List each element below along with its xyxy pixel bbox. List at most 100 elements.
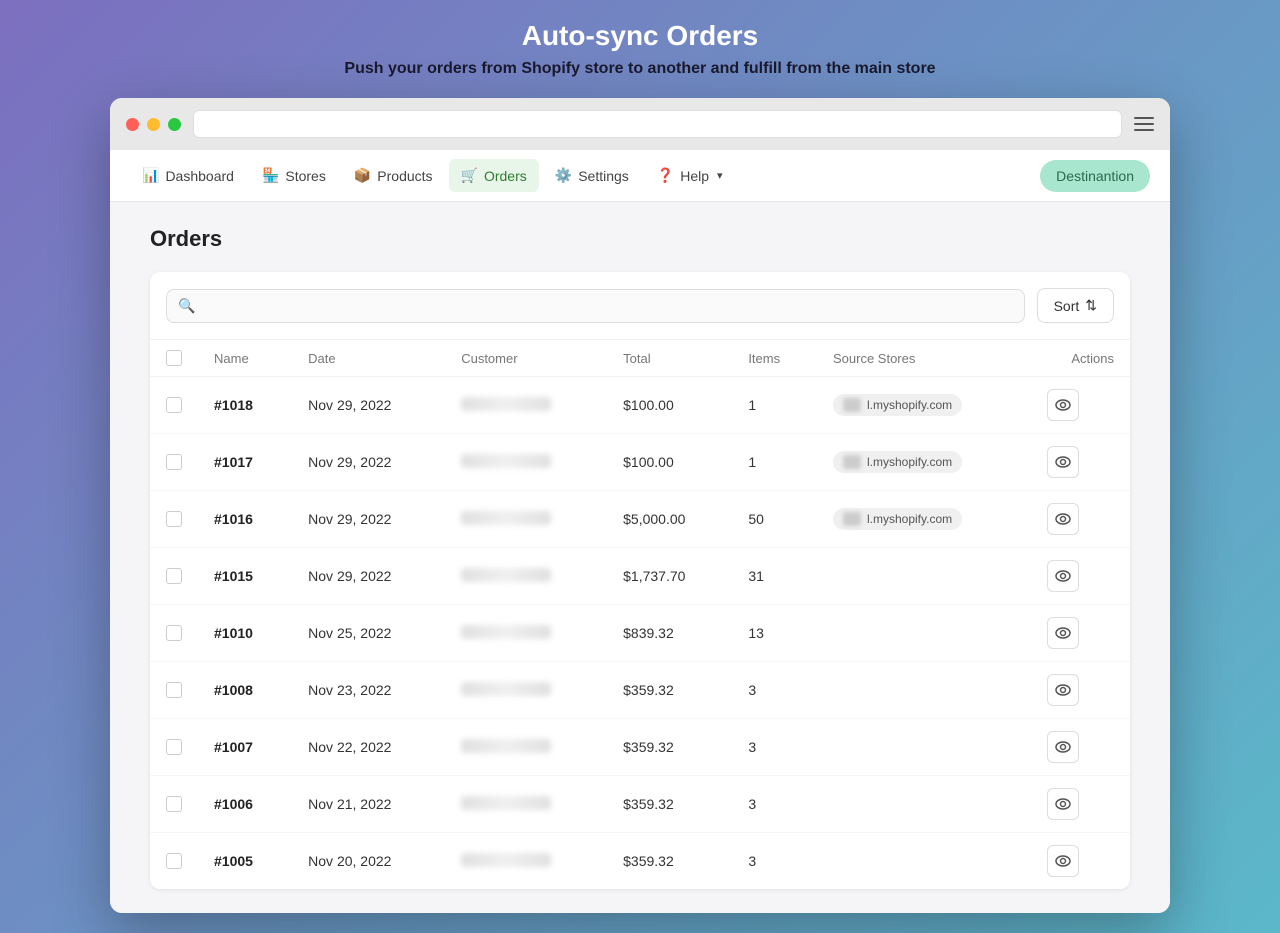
page-content: Orders 🔍 Sort ⇅ Name Da xyxy=(110,202,1170,913)
order-store-8 xyxy=(817,833,1031,890)
order-actions-2 xyxy=(1031,491,1130,548)
nav-item-dashboard[interactable]: 📊 Dashboard xyxy=(130,159,246,192)
row-checkbox-2[interactable] xyxy=(166,511,182,527)
table-header: Name Date Customer Total Items Source St… xyxy=(150,340,1130,377)
store-badge-1: l.myshopify.com xyxy=(833,451,962,473)
order-actions-3 xyxy=(1031,548,1130,605)
order-total-1: $100.00 xyxy=(607,434,732,491)
view-order-button-5[interactable] xyxy=(1047,674,1079,706)
order-store-6 xyxy=(817,719,1031,776)
select-all-checkbox[interactable] xyxy=(166,350,182,366)
order-customer-5 xyxy=(445,662,607,719)
store-domain-2: l.myshopify.com xyxy=(867,512,952,526)
row-checkbox-1[interactable] xyxy=(166,454,182,470)
order-customer-2 xyxy=(445,491,607,548)
view-order-button-2[interactable] xyxy=(1047,503,1079,535)
nav-item-orders[interactable]: 🛒 Orders xyxy=(449,159,539,192)
order-id-3: #1015 xyxy=(198,548,292,605)
row-checkbox-5[interactable] xyxy=(166,682,182,698)
order-id-2: #1016 xyxy=(198,491,292,548)
view-order-button-1[interactable] xyxy=(1047,446,1079,478)
app-subtitle: Push your orders from Shopify store to a… xyxy=(344,60,935,78)
sort-button[interactable]: Sort ⇅ xyxy=(1037,288,1114,323)
dashboard-icon: 📊 xyxy=(142,167,159,184)
order-store-0: l.myshopify.com xyxy=(817,377,1031,434)
products-icon: 📦 xyxy=(354,167,371,184)
nav-item-help[interactable]: ❓ Help ▾ xyxy=(645,159,735,192)
nav-items: 📊 Dashboard 🏪 Stores 📦 Products 🛒 Orders… xyxy=(130,159,1040,192)
close-button[interactable] xyxy=(126,118,139,131)
order-total-5: $359.32 xyxy=(607,662,732,719)
nav-item-settings[interactable]: ⚙️ Settings xyxy=(543,159,641,192)
order-customer-8 xyxy=(445,833,607,890)
nav-item-stores[interactable]: 🏪 Stores xyxy=(250,159,338,192)
row-checkbox-6[interactable] xyxy=(166,739,182,755)
order-items-0: 1 xyxy=(732,377,817,434)
page-title: Orders xyxy=(150,226,1130,252)
address-bar[interactable] xyxy=(193,110,1122,138)
order-id-5: #1008 xyxy=(198,662,292,719)
view-order-button-8[interactable] xyxy=(1047,845,1079,877)
minimize-button[interactable] xyxy=(147,118,160,131)
order-customer-4 xyxy=(445,605,607,662)
row-checkbox-4[interactable] xyxy=(166,625,182,641)
view-order-button-4[interactable] xyxy=(1047,617,1079,649)
order-date-3: Nov 29, 2022 xyxy=(292,548,445,605)
row-checkbox-8[interactable] xyxy=(166,853,182,869)
table-row: #1010 Nov 25, 2022 $839.32 13 xyxy=(150,605,1130,662)
table-row: #1016 Nov 29, 2022 $5,000.00 50 l.myshop… xyxy=(150,491,1130,548)
search-sort-bar: 🔍 Sort ⇅ xyxy=(150,272,1130,340)
stores-icon: 🏪 xyxy=(262,167,279,184)
order-total-2: $5,000.00 xyxy=(607,491,732,548)
order-total-4: $839.32 xyxy=(607,605,732,662)
order-total-0: $100.00 xyxy=(607,377,732,434)
col-total: Total xyxy=(607,340,732,377)
order-items-7: 3 xyxy=(732,776,817,833)
orders-table: Name Date Customer Total Items Source St… xyxy=(150,340,1130,889)
maximize-button[interactable] xyxy=(168,118,181,131)
nav-item-products[interactable]: 📦 Products xyxy=(342,159,445,192)
view-order-button-0[interactable] xyxy=(1047,389,1079,421)
table-body: #1018 Nov 29, 2022 $100.00 1 l.myshopify… xyxy=(150,377,1130,890)
search-input[interactable] xyxy=(166,289,1025,323)
nav-label-dashboard: Dashboard xyxy=(165,168,234,184)
order-total-8: $359.32 xyxy=(607,833,732,890)
order-date-8: Nov 20, 2022 xyxy=(292,833,445,890)
order-total-3: $1,737.70 xyxy=(607,548,732,605)
view-order-button-3[interactable] xyxy=(1047,560,1079,592)
row-checkbox-7[interactable] xyxy=(166,796,182,812)
hamburger-menu[interactable] xyxy=(1134,117,1154,131)
row-checkbox-3[interactable] xyxy=(166,568,182,584)
store-logo-0 xyxy=(843,398,861,412)
table-row: #1018 Nov 29, 2022 $100.00 1 l.myshopify… xyxy=(150,377,1130,434)
store-domain-0: l.myshopify.com xyxy=(867,398,952,412)
order-store-5 xyxy=(817,662,1031,719)
sort-arrows-icon: ⇅ xyxy=(1085,297,1097,314)
order-items-1: 1 xyxy=(732,434,817,491)
nav-label-products: Products xyxy=(377,168,432,184)
order-actions-0 xyxy=(1031,377,1130,434)
order-store-1: l.myshopify.com xyxy=(817,434,1031,491)
destination-button[interactable]: Destinantion xyxy=(1040,160,1150,192)
order-items-2: 50 xyxy=(732,491,817,548)
table-row: #1006 Nov 21, 2022 $359.32 3 xyxy=(150,776,1130,833)
store-badge-2: l.myshopify.com xyxy=(833,508,962,530)
table-row: #1015 Nov 29, 2022 $1,737.70 31 xyxy=(150,548,1130,605)
order-id-8: #1005 xyxy=(198,833,292,890)
row-checkbox-0[interactable] xyxy=(166,397,182,413)
col-customer: Customer xyxy=(445,340,607,377)
nav-label-help: Help xyxy=(680,168,709,184)
order-customer-3 xyxy=(445,548,607,605)
order-id-0: #1018 xyxy=(198,377,292,434)
browser-chrome xyxy=(110,98,1170,150)
order-items-4: 13 xyxy=(732,605,817,662)
view-order-button-7[interactable] xyxy=(1047,788,1079,820)
order-actions-4 xyxy=(1031,605,1130,662)
view-order-button-6[interactable] xyxy=(1047,731,1079,763)
app-title: Auto-sync Orders xyxy=(344,20,935,52)
col-source-stores: Source Stores xyxy=(817,340,1031,377)
order-customer-0 xyxy=(445,377,607,434)
store-badge-0: l.myshopify.com xyxy=(833,394,962,416)
order-items-3: 31 xyxy=(732,548,817,605)
store-logo-2 xyxy=(843,512,861,526)
